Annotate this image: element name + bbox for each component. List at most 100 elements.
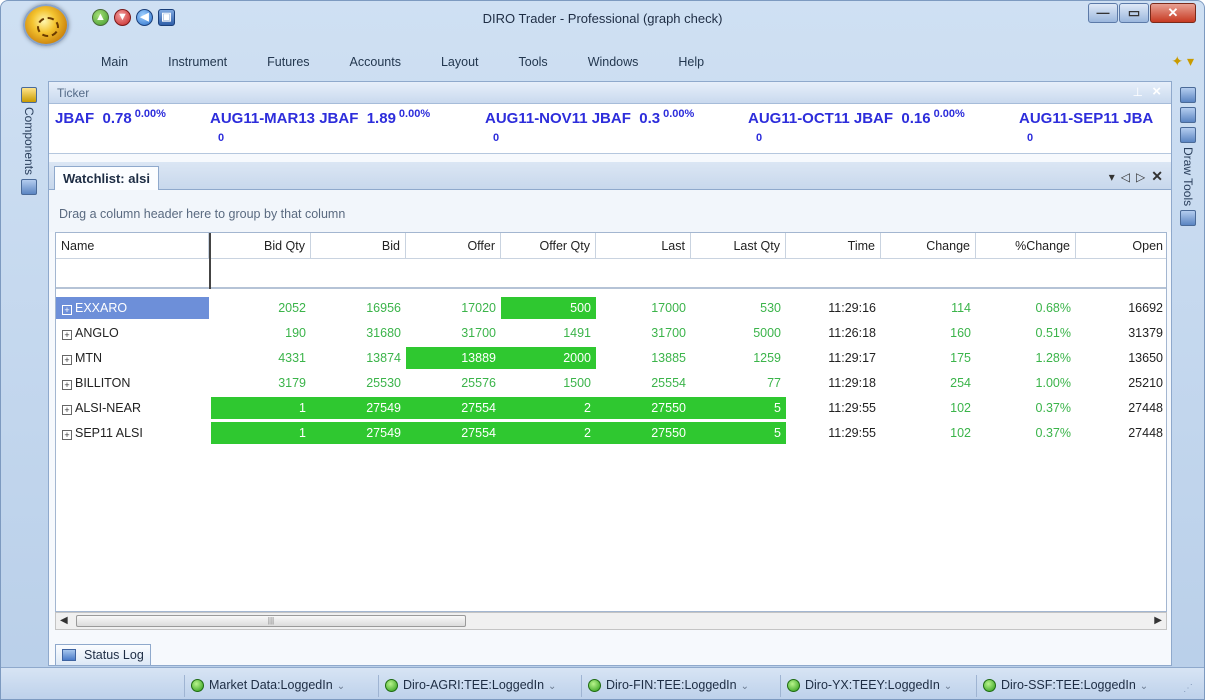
cell-last-qty[interactable]: 5000 (691, 322, 786, 344)
cell-time[interactable]: 11:26:18 (786, 322, 881, 344)
chart-icon[interactable] (1180, 87, 1196, 103)
table-row[interactable]: + ANGLO 190 31680 31700 1491 31700 5000 11:26:18… (56, 322, 1166, 344)
panel-icon[interactable] (21, 179, 37, 196)
cell-last[interactable]: 17000 (596, 297, 691, 319)
cell-bid-qty[interactable]: 1 (211, 397, 311, 419)
cell-time[interactable]: 11:29:55 (786, 422, 881, 444)
status-log-tab[interactable]: Status Log (55, 644, 151, 666)
col-header-last-qty[interactable]: Last Qty (691, 233, 786, 259)
cell-change[interactable]: 102 (881, 422, 976, 444)
cell-time[interactable]: 11:29:17 (786, 347, 881, 369)
col-header-offer-qty[interactable]: Offer Qty (501, 233, 596, 259)
table-row[interactable]: + BILLITON 3179 25530 25576 1500 25554 77 11:29:… (56, 372, 1166, 394)
cell-change[interactable]: 114 (881, 297, 976, 319)
cell-pct-change[interactable]: 0.68% (976, 297, 1076, 319)
cell-last[interactable]: 31700 (596, 322, 691, 344)
status-diro-fin[interactable]: Diro-FIN:TEE:LoggedIn ⌄ (581, 675, 757, 697)
expand-plus-icon[interactable]: + (62, 380, 72, 390)
expand-plus-icon[interactable]: + (62, 405, 72, 415)
col-header-offer[interactable]: Offer (406, 233, 501, 259)
expand-plus-icon[interactable]: + (62, 355, 72, 365)
cell-bid[interactable]: 31680 (311, 322, 406, 344)
cell-pct-change[interactable]: 0.51% (976, 322, 1076, 344)
col-header-bid-qty[interactable]: Bid Qty (211, 233, 311, 259)
menu-layout[interactable]: Layout (421, 55, 499, 69)
menu-accounts[interactable]: Accounts (330, 55, 421, 69)
cell-name[interactable]: + ANGLO (56, 322, 209, 344)
cell-change[interactable]: 254 (881, 372, 976, 394)
cell-name[interactable]: + ALSI-NEAR (56, 397, 209, 419)
cell-name[interactable]: + SEP11 ALSI (56, 422, 209, 444)
options-icon[interactable]: ✦ ▾ (1171, 53, 1194, 70)
col-header-pct-change[interactable]: %Change (976, 233, 1076, 259)
menu-main[interactable]: Main (77, 55, 148, 69)
cell-bid-qty[interactable]: 3179 (211, 372, 311, 394)
cell-open[interactable]: 27448 (1076, 397, 1166, 419)
tab-close-icon[interactable]: ✕ (1151, 168, 1163, 184)
menu-help[interactable]: Help (658, 55, 724, 69)
close-button[interactable]: ✕ (1150, 3, 1196, 23)
scroll-right-arrow-icon[interactable]: ▶ (1154, 615, 1162, 626)
cell-pct-change[interactable]: 1.28% (976, 347, 1076, 369)
cell-open[interactable]: 27448 (1076, 422, 1166, 444)
components-icon[interactable] (21, 87, 37, 103)
menu-windows[interactable]: Windows (568, 55, 659, 69)
cell-offer[interactable]: 13889 (406, 347, 501, 369)
cell-offer[interactable]: 17020 (406, 297, 501, 319)
cell-offer[interactable]: 27554 (406, 397, 501, 419)
cell-last-qty[interactable]: 5 (691, 397, 786, 419)
tab-scroll-left-icon[interactable]: ◁ (1121, 170, 1136, 184)
cell-pct-change[interactable]: 0.37% (976, 397, 1076, 419)
maximize-button[interactable]: ▭ (1119, 3, 1149, 23)
cell-offer[interactable]: 27554 (406, 422, 501, 444)
ticker-item[interactable]: JBAF 0.78 0.00% (55, 108, 166, 127)
ticker-item[interactable]: AUG11-SEP11 JBA 0 (1019, 110, 1153, 144)
ticker-item[interactable]: AUG11-MAR13 JBAF 1.89 0.00% 0 (210, 108, 430, 144)
ticker-item[interactable]: AUG11-OCT11 JBAF 0.16 0.00% 0 (748, 108, 965, 144)
tab-scroll-right-icon[interactable]: ▷ (1136, 170, 1151, 184)
resize-grip-icon[interactable]: ⋰ (1183, 683, 1194, 694)
col-header-last[interactable]: Last (596, 233, 691, 259)
table-row[interactable]: + MTN 4331 13874 13889 2000 13885 1259 11:29:17 1… (56, 347, 1166, 369)
cell-offer[interactable]: 31700 (406, 322, 501, 344)
expand-plus-icon[interactable]: + (62, 430, 72, 440)
pin-icon[interactable]: ⊥ (1133, 85, 1143, 99)
components-tab[interactable]: Components (22, 107, 36, 175)
cell-bid-qty[interactable]: 2052 (211, 297, 311, 319)
expand-plus-icon[interactable]: + (62, 330, 72, 340)
status-diro-ssf[interactable]: Diro-SSF:TEE:LoggedIn ⌄ (976, 675, 1156, 697)
table-row[interactable]: + SEP11 ALSI 1 27549 27554 2 27550 5 11:29:55 102… (56, 422, 1166, 444)
cell-change[interactable]: 102 (881, 397, 976, 419)
cell-bid[interactable]: 25530 (311, 372, 406, 394)
tab-watchlist-alsi[interactable]: Watchlist: alsi (54, 166, 159, 190)
status-diro-agri[interactable]: Diro-AGRI:TEE:LoggedIn ⌄ (378, 675, 564, 697)
cell-name[interactable]: + MTN (56, 347, 209, 369)
status-diro-yx[interactable]: Diro-YX:TEEY:LoggedIn ⌄ (780, 675, 960, 697)
cell-offer[interactable]: 25576 (406, 372, 501, 394)
cell-last-qty[interactable]: 5 (691, 422, 786, 444)
menu-instrument[interactable]: Instrument (148, 55, 247, 69)
cell-offer-qty[interactable]: 2000 (501, 347, 596, 369)
scroll-left-arrow-icon[interactable]: ◀ (60, 615, 68, 626)
cell-offer-qty[interactable]: 2 (501, 422, 596, 444)
tab-menu-chevron-down-icon[interactable]: ▾ (1109, 170, 1121, 184)
cell-pct-change[interactable]: 0.37% (976, 422, 1076, 444)
ticker-close-icon[interactable]: × (1152, 83, 1161, 100)
cell-last-qty[interactable]: 77 (691, 372, 786, 394)
cell-last-qty[interactable]: 1259 (691, 347, 786, 369)
cell-pct-change[interactable]: 1.00% (976, 372, 1076, 394)
scrollbar-thumb[interactable]: ||| (76, 615, 466, 627)
group-by-area[interactable]: Drag a column header here to group by th… (49, 190, 1171, 232)
ticker-item[interactable]: AUG11-NOV11 JBAF 0.3 0.00% 0 (485, 108, 694, 144)
cell-bid[interactable]: 27549 (311, 422, 406, 444)
horizontal-scrollbar[interactable]: ◀ ||| ▶ (55, 612, 1167, 630)
cell-time[interactable]: 11:29:16 (786, 297, 881, 319)
cell-bid[interactable]: 16956 (311, 297, 406, 319)
cell-last-qty[interactable]: 530 (691, 297, 786, 319)
menu-tools[interactable]: Tools (499, 55, 568, 69)
cell-offer-qty[interactable]: 1500 (501, 372, 596, 394)
cell-bid-qty[interactable]: 190 (211, 322, 311, 344)
menu-futures[interactable]: Futures (247, 55, 329, 69)
table-row[interactable]: + EXXARO 2052 16956 17020 500 17000 530 11:29:16… (56, 297, 1166, 319)
draw-icon[interactable] (1180, 127, 1196, 143)
